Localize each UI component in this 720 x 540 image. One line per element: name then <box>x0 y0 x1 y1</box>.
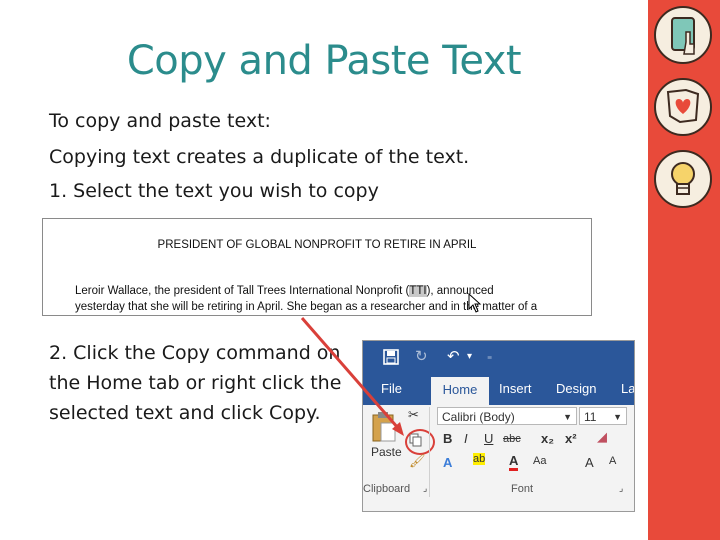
italic-button[interactable]: I <box>464 431 468 446</box>
superscript-button[interactable]: x² <box>565 431 577 446</box>
paste-button-label[interactable]: Paste <box>371 445 402 459</box>
font-name-dropdown[interactable]: Calibri (Body) ▼ <box>437 407 577 425</box>
cut-icon[interactable]: ✂ <box>408 407 419 423</box>
strikethrough-button[interactable]: abc <box>503 433 521 445</box>
save-icon[interactable] <box>383 349 399 365</box>
sidebar-tile <box>648 72 720 144</box>
article-screenshot: PRESIDENT OF GLOBAL NONPROFIT TO RETIRE … <box>42 218 592 316</box>
quick-access-toolbar: ↻ ↶ ▾ ₌ <box>363 341 634 375</box>
clipboard-group-label: Clipboard <box>363 483 411 495</box>
font-size-value: 11 <box>584 410 597 424</box>
sidebar-tile <box>648 144 720 216</box>
chevron-down-icon: ▼ <box>613 412 622 422</box>
step-1-line: 1. Select the text you wish to copy <box>49 180 379 202</box>
tab-design[interactable]: Design <box>556 381 596 396</box>
subscript-button[interactable]: x₂ <box>541 431 554 446</box>
article-text: ), announced <box>426 285 494 297</box>
font-name-value: Calibri (Body) <box>442 410 515 424</box>
tab-layout[interactable]: La <box>621 381 634 396</box>
shrink-font-icon[interactable]: A <box>609 455 616 467</box>
tab-file[interactable]: File <box>381 381 402 396</box>
underline-button[interactable]: U <box>484 431 493 446</box>
group-divider <box>429 407 430 497</box>
paste-icon[interactable] <box>371 411 397 445</box>
highlight-color-icon[interactable]: ab <box>473 453 486 465</box>
customize-toolbar-icon[interactable]: ₌ <box>487 351 492 362</box>
change-case-icon[interactable]: Aa <box>533 455 546 467</box>
article-paragraph-line-1: Leroir Wallace, the president of Tall Tr… <box>75 285 494 297</box>
tablet-touch-icon <box>654 6 712 64</box>
font-group-label: Font <box>511 483 534 495</box>
undo-icon[interactable]: ↶ <box>447 347 460 365</box>
selected-text[interactable]: TTI <box>409 285 427 297</box>
mouse-cursor-icon <box>468 293 482 313</box>
redo-icon[interactable]: ↻ <box>415 347 428 365</box>
ribbon-tab-bar: File Home Insert Design La <box>363 375 634 407</box>
intro-line: To copy and paste text: <box>49 110 271 132</box>
ohio-heart-icon <box>654 78 712 136</box>
grow-font-icon[interactable]: A <box>585 455 594 470</box>
description-line: Copying text creates a duplicate of the … <box>49 146 470 168</box>
bold-button[interactable]: B <box>443 431 452 446</box>
format-painter-icon[interactable]: 🖌 <box>409 453 426 469</box>
article-text: Leroir Wallace, the president of Tall Tr… <box>75 285 410 297</box>
font-size-dropdown[interactable]: 11 ▼ <box>579 407 627 425</box>
lightbulb-icon <box>654 150 712 208</box>
slide-title: Copy and Paste Text <box>126 38 522 84</box>
tab-home[interactable]: Home <box>431 377 489 407</box>
copy-button-highlight <box>405 429 435 455</box>
font-color-icon[interactable]: A <box>509 453 519 471</box>
sidebar-tile <box>648 0 720 72</box>
step-2-text: 2. Click the Copy command on the Home ta… <box>49 342 342 424</box>
clear-formatting-icon[interactable]: ◢ <box>597 429 607 445</box>
article-headline: PRESIDENT OF GLOBAL NONPROFIT TO RETIRE … <box>157 239 477 251</box>
word-ribbon-screenshot: ↻ ↶ ▾ ₌ File Home Insert Design La Paste… <box>362 340 635 512</box>
chevron-down-icon: ▼ <box>563 412 572 422</box>
undo-dropdown-icon[interactable]: ▾ <box>467 351 472 362</box>
tab-insert[interactable]: Insert <box>499 381 532 396</box>
font-launcher-icon[interactable]: ⌟ <box>619 483 623 494</box>
text-effects-icon[interactable]: A <box>443 455 452 470</box>
clipboard-launcher-icon[interactable]: ⌟ <box>423 483 427 494</box>
